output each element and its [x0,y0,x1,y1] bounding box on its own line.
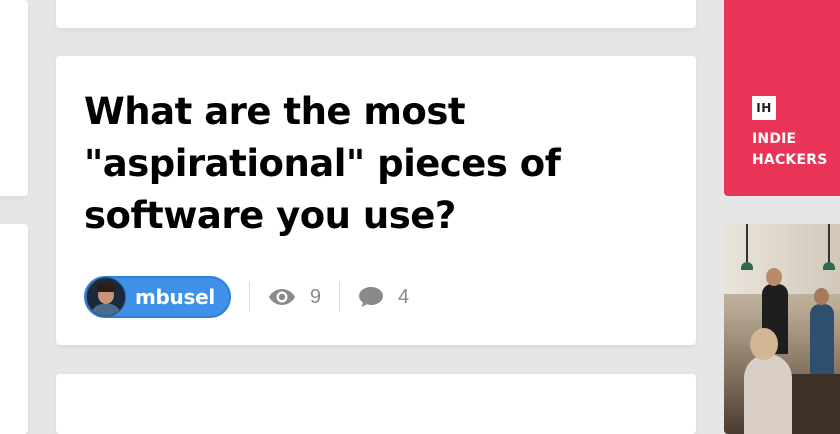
cafe-photo[interactable] [724,224,840,434]
post-card[interactable]: What are the most "aspirational" pieces … [56,56,696,345]
views-count: 9 [268,286,321,309]
eye-icon [268,289,295,305]
author-link[interactable]: mbusel [84,276,231,318]
post-meta: mbusel 9 4 [84,276,409,318]
post-title[interactable]: What are the most "aspirational" pieces … [84,86,644,242]
next-post-card[interactable] [56,374,696,434]
sponsor-name: INDIE HACKERS [752,131,828,168]
previous-post-card-edge[interactable] [0,0,28,196]
next-post-card-edge[interactable] [0,224,28,434]
indie-hackers-ad[interactable]: IH INDIE HACKERS [724,0,840,196]
previous-post-card[interactable] [56,0,696,28]
avatar [86,277,126,317]
comments-number: 4 [398,285,410,308]
speech-bubble-icon [359,287,384,307]
comments-link[interactable]: 4 [358,286,409,309]
author-name: mbusel [135,285,215,309]
meta-divider [248,282,250,312]
indie-hackers-logo-icon: IH [752,96,776,120]
views-number: 9 [309,285,322,308]
meta-divider [339,282,341,312]
